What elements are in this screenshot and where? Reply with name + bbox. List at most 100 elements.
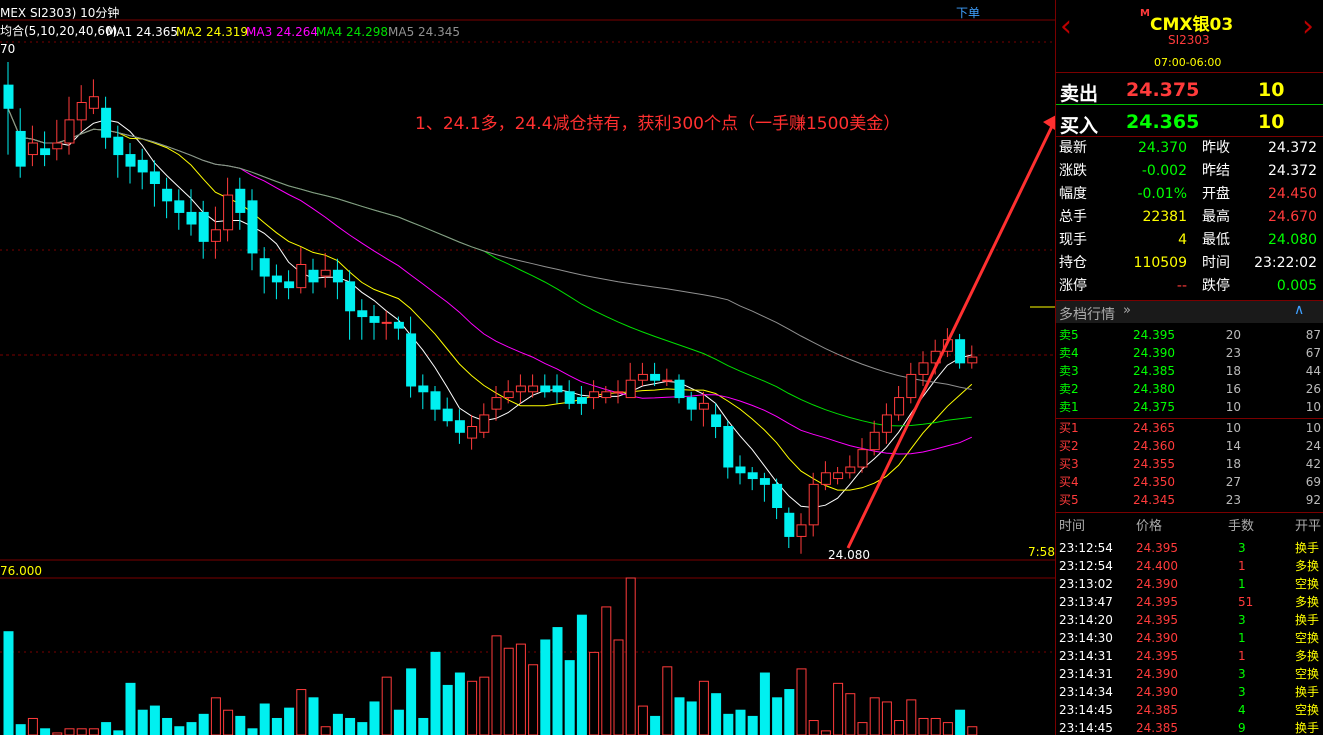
tick-type: 换手 xyxy=(1295,685,1320,699)
candle-body xyxy=(357,310,368,318)
bid-level-label: 买1 xyxy=(1059,421,1079,435)
candle-body xyxy=(296,264,307,289)
bid-price[interactable]: 24.350 xyxy=(1133,475,1175,489)
bid-cum-qty: 24 xyxy=(1305,439,1321,453)
stat-label: 跌停 xyxy=(1202,278,1230,294)
stat-label: 最低 xyxy=(1202,232,1230,248)
stat-value: 23:22:02 xyxy=(1254,255,1317,271)
candle-body xyxy=(552,385,563,393)
volume-bar xyxy=(308,697,319,735)
volume-bar xyxy=(772,697,783,735)
ask-qty: 20 xyxy=(1225,328,1241,342)
collapse-icon[interactable]: ∧ xyxy=(1294,302,1304,318)
volume-bar xyxy=(381,676,392,735)
sell-label: 卖出 xyxy=(1060,83,1099,105)
ask-price[interactable]: 24.385 xyxy=(1133,364,1175,378)
volume-bar xyxy=(747,715,758,735)
volume-bar xyxy=(808,720,819,735)
candle-body xyxy=(845,466,856,474)
candle-body xyxy=(393,321,404,329)
kline-chart-canvas[interactable] xyxy=(0,0,1055,735)
candle-body xyxy=(589,391,600,399)
candle-body xyxy=(162,188,173,202)
chart-title: MEX SI2303) 10分钟 xyxy=(0,6,120,20)
candle-body xyxy=(369,316,380,323)
buy-row[interactable]: 买入 24.365 10 xyxy=(1056,105,1323,137)
tick-qty: 51 xyxy=(1238,595,1254,609)
volume-bar xyxy=(320,726,331,735)
bid-level-label: 买4 xyxy=(1059,475,1079,489)
next-symbol-icon[interactable]: › xyxy=(1302,12,1314,42)
bid-cum-qty: 92 xyxy=(1305,493,1321,507)
buy-qty: 10 xyxy=(1258,111,1285,133)
volume-bar xyxy=(284,707,295,735)
kline-chart-area[interactable]: MEX SI2303) 10分钟 下单 均合(5,10,20,40,60) MA… xyxy=(0,0,1055,735)
volume-bar xyxy=(894,720,905,735)
volume-bar xyxy=(454,672,465,735)
volume-bar xyxy=(503,647,514,735)
volume-bar xyxy=(223,709,234,735)
volume-bar xyxy=(332,713,343,735)
candle-body xyxy=(3,84,14,109)
bid-price[interactable]: 24.360 xyxy=(1133,439,1175,453)
expand-depth-icon[interactable]: » xyxy=(1123,303,1131,318)
ask-qty: 10 xyxy=(1225,400,1241,414)
stat-value: -0.002 xyxy=(1141,163,1187,179)
volume-bar xyxy=(955,709,966,735)
ask-qty: 23 xyxy=(1225,346,1241,360)
ask-price[interactable]: 24.390 xyxy=(1133,346,1175,360)
candle-body xyxy=(247,200,258,254)
candle-body xyxy=(796,524,807,537)
ma5-line xyxy=(7,108,972,390)
bid-price[interactable]: 24.345 xyxy=(1133,493,1175,507)
ask-price[interactable]: 24.395 xyxy=(1133,328,1175,342)
stat-label: 昨结 xyxy=(1202,163,1230,179)
tick-time: 23:14:30 xyxy=(1059,631,1113,645)
bid-level-label: 买3 xyxy=(1059,457,1079,471)
bid-price[interactable]: 24.365 xyxy=(1133,421,1175,435)
stat-label: 涨停 xyxy=(1059,278,1087,294)
bid-qty: 27 xyxy=(1225,475,1241,489)
tick-price: 24.395 xyxy=(1136,649,1178,663)
tick-type: 换手 xyxy=(1295,721,1320,735)
stat-label: 涨跌 xyxy=(1059,163,1087,179)
tick-header: 时间 xyxy=(1059,519,1086,534)
bid-price[interactable]: 24.355 xyxy=(1133,457,1175,471)
tick-time: 23:14:31 xyxy=(1059,667,1113,681)
trading-hours: 07:00-06:00 xyxy=(1154,56,1222,69)
candle-body xyxy=(747,472,758,480)
ask-level-label: 卖4 xyxy=(1059,346,1079,360)
tick-price: 24.395 xyxy=(1136,595,1178,609)
tick-price: 24.390 xyxy=(1136,631,1178,645)
ask-price[interactable]: 24.375 xyxy=(1133,400,1175,414)
candle-body xyxy=(576,397,587,404)
volume-bar xyxy=(88,728,99,735)
tick-qty: 1 xyxy=(1238,577,1246,591)
volume-bar xyxy=(650,715,661,735)
volume-bar xyxy=(406,668,417,735)
volume-bar xyxy=(698,680,709,735)
depth-header[interactable]: 多档行情 » ∧ xyxy=(1056,301,1323,323)
sell-price: 24.375 xyxy=(1126,79,1200,101)
tick-type: 空换 xyxy=(1295,667,1320,681)
volume-bar xyxy=(796,668,807,735)
ma4-line xyxy=(7,108,972,427)
volume-bar xyxy=(625,577,636,735)
volume-bar xyxy=(345,717,356,735)
tick-time: 23:12:54 xyxy=(1059,541,1113,555)
prev-symbol-icon[interactable]: ‹ xyxy=(1060,12,1072,42)
bid-qty: 23 xyxy=(1225,493,1241,507)
tick-header: 开平 xyxy=(1295,519,1322,534)
ask-price[interactable]: 24.380 xyxy=(1133,382,1175,396)
tick-time: 23:12:54 xyxy=(1059,559,1113,573)
tick-price: 24.385 xyxy=(1136,703,1178,717)
tick-header: 价格 xyxy=(1136,519,1163,534)
ma-settings-label[interactable]: 均合(5,10,20,40,60) xyxy=(0,24,117,38)
bid-qty: 14 xyxy=(1225,439,1241,453)
sell-row[interactable]: 卖出 24.375 10 xyxy=(1056,73,1323,105)
tick-time: 23:14:31 xyxy=(1059,649,1113,663)
candle-body xyxy=(52,142,63,150)
volume-bar xyxy=(113,730,124,735)
volume-bar xyxy=(674,697,685,735)
order-link[interactable]: 下单 xyxy=(956,6,980,20)
